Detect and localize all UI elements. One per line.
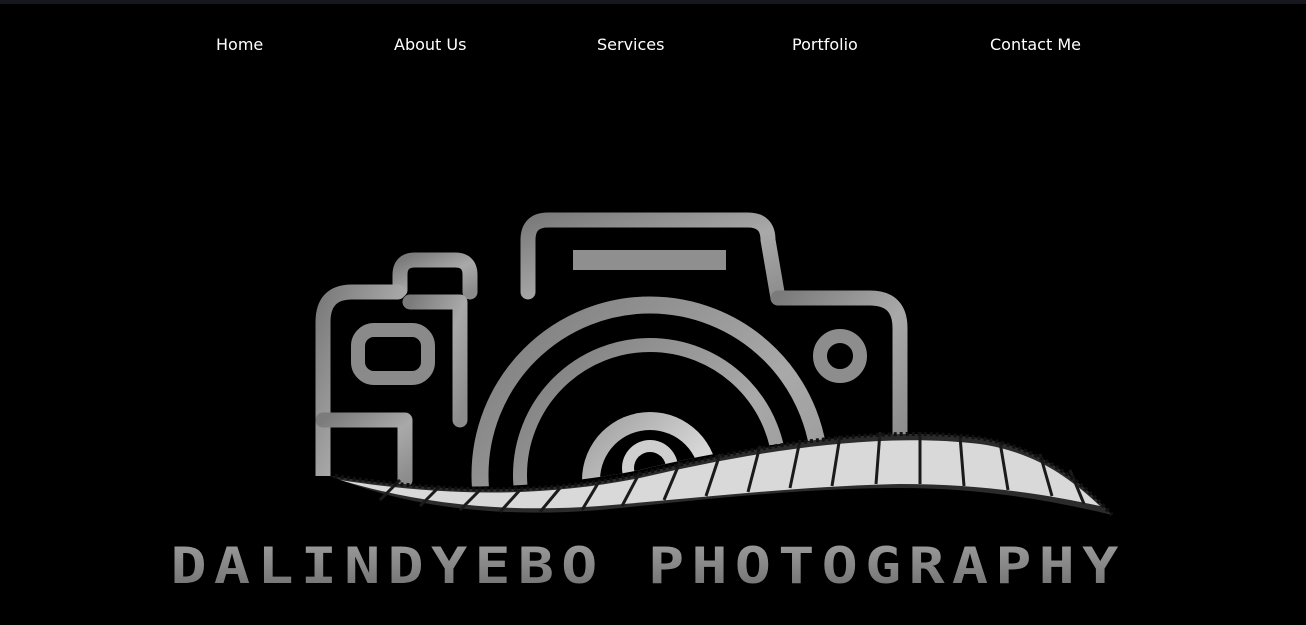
nav-item-contact-me[interactable]: Contact Me <box>990 34 1081 56</box>
nav-item-portfolio[interactable]: Portfolio <box>792 34 858 56</box>
nav-item-home[interactable]: Home <box>216 34 263 56</box>
main-nav: Home About Us Services Portfolio Contact… <box>0 0 1306 92</box>
nav-item-services[interactable]: Services <box>597 34 664 56</box>
brand-name-text: DALINDYEBO PHOTOGRAPHY <box>171 537 1126 595</box>
film-strip-icon <box>330 431 1114 517</box>
brand-logo: DALINDYEBO PHOTOGRAPHY <box>150 190 1150 620</box>
nav-item-about-us[interactable]: About Us <box>394 34 466 56</box>
camera-icon: DALINDYEBO PHOTOGRAPHY <box>171 212 1126 595</box>
